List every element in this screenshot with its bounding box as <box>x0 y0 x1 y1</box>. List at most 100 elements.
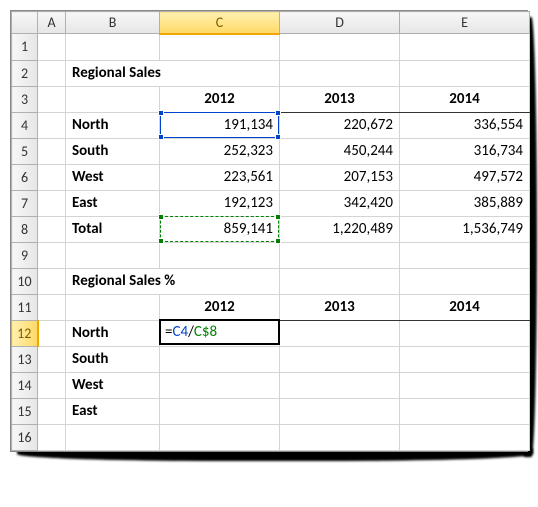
row-header-3[interactable]: 3 <box>12 86 38 112</box>
cell[interactable]: 342,420 <box>280 190 400 216</box>
cell[interactable] <box>38 346 66 372</box>
cell[interactable] <box>38 190 66 216</box>
cell[interactable] <box>160 34 280 61</box>
cell[interactable]: Regional Sales <box>66 60 280 86</box>
cell[interactable] <box>280 320 400 346</box>
cell[interactable] <box>160 242 280 268</box>
row-header-12[interactable]: 12 <box>12 320 38 346</box>
cell[interactable] <box>66 34 160 61</box>
row-header-7[interactable]: 7 <box>12 190 38 216</box>
cell[interactable] <box>280 268 400 294</box>
cell-region-west-2[interactable]: West <box>66 372 160 398</box>
row-header-13[interactable]: 13 <box>12 346 38 372</box>
cell[interactable]: 316,734 <box>400 138 530 164</box>
cell[interactable] <box>400 424 530 450</box>
cell[interactable] <box>280 60 400 86</box>
col-header-e[interactable]: E <box>400 12 530 34</box>
cell-region-total[interactable]: Total <box>66 216 160 242</box>
cell[interactable] <box>400 34 530 61</box>
row-header-10[interactable]: 10 <box>12 268 38 294</box>
cell[interactable] <box>66 86 160 112</box>
cell[interactable] <box>66 294 160 320</box>
cell[interactable]: 497,572 <box>400 164 530 190</box>
cell-year-3[interactable]: 2014 <box>400 86 530 112</box>
cell[interactable] <box>280 372 400 398</box>
cell[interactable] <box>38 398 66 424</box>
cell-region-north[interactable]: North <box>66 112 160 138</box>
cell-region-south[interactable]: South <box>66 138 160 164</box>
cell[interactable]: 1,536,749 <box>400 216 530 242</box>
row-header-4[interactable]: 4 <box>12 112 38 138</box>
cell[interactable] <box>160 346 280 372</box>
cell[interactable] <box>38 86 66 112</box>
cell[interactable] <box>38 424 66 450</box>
col-header-a[interactable]: A <box>38 12 66 34</box>
cell[interactable]: 1,220,489 <box>280 216 400 242</box>
cell[interactable] <box>280 424 400 450</box>
row-header-8[interactable]: 8 <box>12 216 38 242</box>
spreadsheet-grid[interactable]: A B C D E 1 2Regional Sales 3 2012 2013 … <box>11 11 530 451</box>
cell[interactable] <box>160 372 280 398</box>
cell[interactable] <box>160 424 280 450</box>
cell[interactable]: 192,123 <box>160 190 280 216</box>
cell-c4[interactable]: 191,134 <box>160 112 280 138</box>
cell[interactable] <box>66 242 160 268</box>
cell[interactable] <box>400 320 530 346</box>
row-header-5[interactable]: 5 <box>12 138 38 164</box>
cell[interactable]: 385,889 <box>400 190 530 216</box>
cell-year-3b[interactable]: 2014 <box>400 294 530 320</box>
cell[interactable] <box>280 34 400 61</box>
cell[interactable] <box>38 320 66 346</box>
cell[interactable]: 207,153 <box>280 164 400 190</box>
cell[interactable] <box>38 294 66 320</box>
row-header-1[interactable]: 1 <box>12 34 38 61</box>
row-header-2[interactable]: 2 <box>12 60 38 86</box>
active-cell-editor[interactable]: =C4/C$8 <box>159 319 280 345</box>
cell[interactable]: 450,244 <box>280 138 400 164</box>
cell-region-east-2[interactable]: East <box>66 398 160 424</box>
cell[interactable] <box>400 372 530 398</box>
cell-year-1[interactable]: 2012 <box>160 86 280 112</box>
select-all-corner[interactable] <box>12 12 38 34</box>
cell-region-east[interactable]: East <box>66 190 160 216</box>
cell-region-west[interactable]: West <box>66 164 160 190</box>
cell[interactable] <box>280 242 400 268</box>
row-header-16[interactable]: 16 <box>12 424 38 450</box>
row-header-9[interactable]: 9 <box>12 242 38 268</box>
cell-year-2[interactable]: 2013 <box>280 86 400 112</box>
cell[interactable]: 336,554 <box>400 112 530 138</box>
cell-region-north-2[interactable]: North <box>66 320 160 346</box>
cell[interactable] <box>400 242 530 268</box>
cell[interactable] <box>280 398 400 424</box>
row-header-11[interactable]: 11 <box>12 294 38 320</box>
cell-region-south-2[interactable]: South <box>66 346 160 372</box>
cell[interactable]: 220,672 <box>280 112 400 138</box>
cell[interactable] <box>38 372 66 398</box>
cell[interactable] <box>38 112 66 138</box>
cell[interactable]: Regional Sales % <box>66 268 280 294</box>
cell[interactable] <box>66 424 160 450</box>
cell[interactable] <box>38 164 66 190</box>
col-header-c[interactable]: C <box>160 12 280 34</box>
cell[interactable] <box>38 34 66 61</box>
row-header-14[interactable]: 14 <box>12 372 38 398</box>
col-header-d[interactable]: D <box>280 12 400 34</box>
cell[interactable] <box>400 346 530 372</box>
cell[interactable] <box>280 346 400 372</box>
row-header-15[interactable]: 15 <box>12 398 38 424</box>
cell[interactable] <box>38 216 66 242</box>
cell[interactable] <box>400 60 530 86</box>
cell[interactable] <box>38 60 66 86</box>
cell[interactable] <box>160 398 280 424</box>
cell[interactable]: 252,323 <box>160 138 280 164</box>
cell[interactable] <box>400 268 530 294</box>
cell-c8[interactable]: 859,141 <box>160 216 280 242</box>
cell-year-1b[interactable]: 2012 <box>160 294 280 320</box>
cell[interactable] <box>38 242 66 268</box>
cell-year-2b[interactable]: 2013 <box>280 294 400 320</box>
cell[interactable] <box>38 268 66 294</box>
cell[interactable] <box>400 398 530 424</box>
row-header-6[interactable]: 6 <box>12 164 38 190</box>
cell[interactable]: 223,561 <box>160 164 280 190</box>
col-header-b[interactable]: B <box>66 12 160 34</box>
